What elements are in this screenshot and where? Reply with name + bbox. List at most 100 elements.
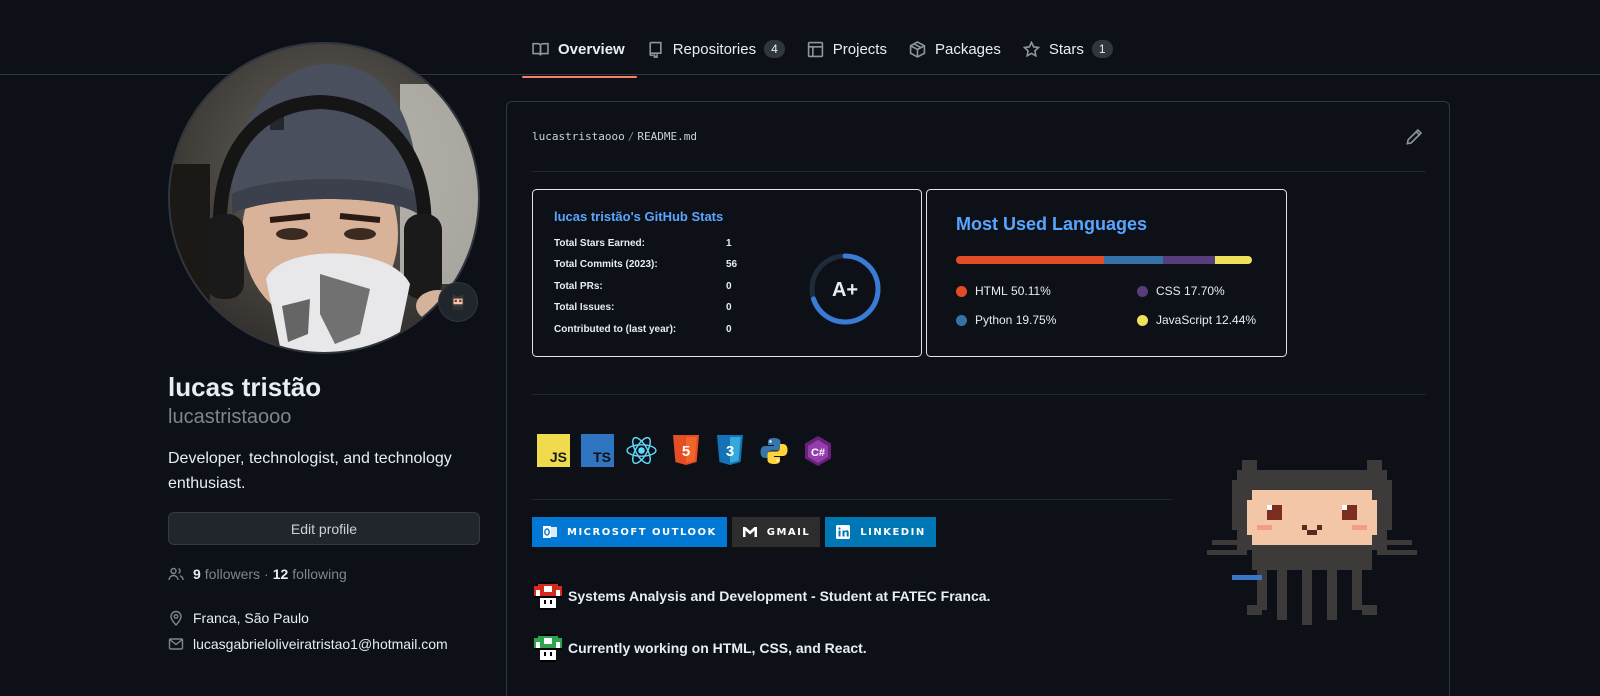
red-mushroom-icon [534, 582, 562, 610]
profile-username: lucastristaooo [168, 406, 292, 428]
tab-label: Projects [832, 40, 887, 58]
repositories-count-badge: 4 [764, 40, 785, 58]
tab-stars[interactable]: Stars 1 [1013, 36, 1125, 76]
profile-tab-nav: Overview Repositories 4 Projects Package… [0, 0, 1600, 78]
language-name: Python [975, 313, 1013, 327]
path-separator: / [627, 130, 635, 143]
following-label: following [292, 566, 347, 582]
pencil-edit-icon[interactable] [1405, 128, 1423, 146]
react-icon [625, 434, 658, 467]
badge-label: LINKEDIN [860, 526, 926, 538]
tab-label: Repositories [672, 40, 757, 58]
language-dot [956, 314, 967, 326]
language-percent: 12.44% [1215, 313, 1257, 327]
language-percent: 19.75% [1015, 313, 1057, 327]
stat-label: Total Stars Earned: [554, 238, 645, 249]
language-name: HTML [975, 284, 1008, 298]
grade-text: A+ [832, 279, 858, 301]
avatar-photo [170, 44, 478, 352]
gmail-icon [742, 527, 757, 537]
following-link[interactable]: 12 following [273, 566, 347, 582]
stat-label: Total PRs: [554, 281, 603, 292]
highlight-text: Systems Analysis and Development - Stude… [568, 588, 991, 604]
stat-value: 0 [726, 324, 732, 335]
tab-label: Stars [1048, 40, 1084, 58]
language-bar-segment [956, 256, 1105, 264]
html5-icon: 5 [669, 434, 702, 467]
tab-projects[interactable]: Projects [797, 36, 899, 76]
stat-value: 56 [726, 259, 738, 270]
language-dot [1137, 314, 1148, 326]
separator-dot: · [264, 566, 269, 582]
stat-label: Total Issues: [554, 302, 615, 313]
readme-owner-link[interactable]: lucastristaooo [532, 130, 625, 143]
stat-label: Total Commits (2023): [554, 259, 658, 270]
table-icon [807, 41, 823, 57]
followers-count: 9 [193, 566, 201, 582]
profile-bio: Developer, technologist, and technology … [168, 450, 452, 492]
language-percent: 17.70% [1184, 284, 1225, 298]
location-row: Franca, São Paulo [168, 610, 309, 626]
language-bar-segment [1162, 256, 1216, 264]
language-percent: 50.11% [1011, 284, 1051, 298]
javascript-icon: JS [537, 434, 570, 467]
email-row: lucasgabrieloliveiratristao1@hotmail.com [168, 636, 448, 652]
language-name: CSS [1156, 284, 1181, 298]
language-css: CSS 17.70% [1137, 284, 1225, 298]
readme-card: lucastristaooo / README.md lucas tristão's… [506, 101, 1450, 696]
tab-packages[interactable]: Packages [899, 36, 1013, 76]
python-icon [757, 434, 790, 467]
followers-link[interactable]: 9 followers [193, 566, 260, 582]
stars-count-badge: 1 [1091, 40, 1113, 58]
gmail-badge[interactable]: GMAIL [731, 517, 821, 547]
stats-title: lucas tristão's GitHub Stats [554, 209, 724, 224]
typescript-icon: TS [581, 434, 614, 467]
stat-value: 1 [726, 238, 732, 249]
octocat-status-icon [452, 294, 464, 310]
email-link[interactable]: lucasgabrieloliveiratristao1@hotmail.com [193, 636, 448, 652]
stat-label: Contributed to (last year): [554, 324, 677, 335]
mail-icon [168, 638, 184, 650]
divider [532, 171, 1426, 172]
outlook-badge[interactable]: MICROSOFT OUTLOOK [532, 517, 727, 547]
following-count: 12 [272, 566, 289, 582]
pixel-octocat-icon [1207, 460, 1417, 625]
language-dot [1137, 285, 1148, 297]
language-bar-segment [1104, 256, 1163, 264]
tab-label: Overview [558, 40, 625, 58]
location-text: Franca, São Paulo [193, 610, 309, 626]
followers-label: followers [204, 566, 261, 582]
tab-repositories[interactable]: Repositories 4 [637, 36, 797, 76]
highlight-text: Currently working on HTML, CSS, and Reac… [568, 640, 867, 656]
package-icon [909, 40, 926, 58]
language-dot [956, 285, 967, 297]
avatar[interactable] [168, 42, 480, 354]
tech-icons-row: JS TS 5 3 C# [537, 434, 834, 467]
linkedin-badge[interactable]: LINKEDIN [825, 517, 936, 547]
svg-text:5: 5 [681, 443, 689, 460]
github-stats-card[interactable]: lucas tristão's GitHub Stats Total Stars… [532, 189, 922, 357]
book-icon [532, 42, 549, 55]
location-icon [170, 610, 182, 626]
readme-file-link[interactable]: README.md [637, 130, 697, 143]
language-python: Python 19.75% [956, 313, 1056, 327]
svg-text:C#: C# [810, 447, 824, 459]
languages-title: Most Used Languages [956, 214, 1148, 234]
profile-fullname: lucas tristão [168, 372, 322, 402]
highlight-line: Systems Analysis and Development - Stude… [532, 580, 990, 612]
set-status-button[interactable] [438, 282, 478, 322]
most-used-languages-card[interactable]: Most Used Languages HTML 50.11% Python 1… [926, 189, 1287, 357]
edit-profile-button[interactable]: Edit profile [168, 512, 480, 545]
stat-value: 0 [726, 281, 732, 292]
follow-stats: 9 followers · 12 following [168, 566, 347, 582]
tab-overview[interactable]: Overview [522, 36, 637, 78]
contact-badges: MICROSOFT OUTLOOK GMAIL LINKEDIN [532, 517, 936, 547]
divider [532, 394, 1426, 395]
languages-bar [956, 256, 1252, 264]
csharp-icon: C# [801, 434, 834, 467]
language-bar-segment [1215, 256, 1252, 264]
language-name: JavaScript [1156, 313, 1213, 327]
repo-icon [649, 41, 662, 58]
highlight-line: Currently working on HTML, CSS, and Reac… [532, 632, 867, 664]
linkedin-icon [836, 525, 851, 539]
